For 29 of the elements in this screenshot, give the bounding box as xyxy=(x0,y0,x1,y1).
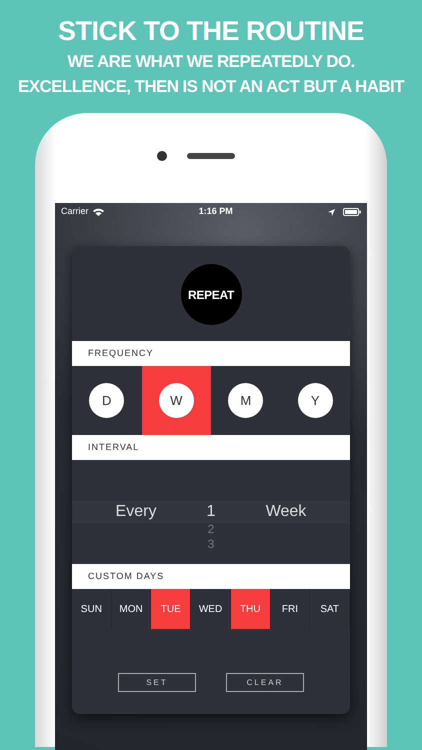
speaker-icon xyxy=(187,153,235,159)
picker-value: Week xyxy=(264,502,308,522)
frequency-option[interactable]: D xyxy=(89,383,124,418)
day-toggle[interactable]: FRI xyxy=(270,589,310,629)
frequency-option[interactable]: W xyxy=(158,383,194,418)
section-header: CUSTOM DAYS xyxy=(72,564,350,589)
outline-button[interactable]: CLEAR xyxy=(226,673,304,692)
outline-button[interactable]: SET xyxy=(118,673,196,692)
wifi-icon xyxy=(92,208,104,216)
frequency-option[interactable]: Y xyxy=(298,383,333,418)
camera-icon xyxy=(157,151,167,161)
picker-value[interactable]: 1 xyxy=(206,502,216,522)
section-header: FREQUENCY xyxy=(72,341,350,366)
carrier-label: Carrier xyxy=(61,205,89,218)
tagline: EXCELLENCE, THEN IS NOT AN ACT BUT A HABIT xyxy=(17,78,406,95)
repeat-badge: REPEAT xyxy=(180,264,242,325)
day-toggle[interactable]: TUE xyxy=(151,589,192,629)
section-header: INTERVAL xyxy=(72,435,350,460)
clock: 1:16 PM xyxy=(198,205,233,218)
day-toggle[interactable]: THU xyxy=(230,589,271,629)
tagline: WE ARE WHAT WE REPEATEDLY DO. xyxy=(66,53,356,70)
interval-picker[interactable]: Every 1 2 3 Week xyxy=(72,460,350,564)
headline: STICK TO THE ROUTINE xyxy=(56,18,365,45)
picker-value: Every xyxy=(114,502,158,522)
frequency-option[interactable]: M xyxy=(228,383,264,418)
day-toggle[interactable]: SAT xyxy=(310,589,350,629)
battery-icon xyxy=(343,208,361,216)
day-toggle[interactable]: SUN xyxy=(72,589,112,629)
location-icon xyxy=(328,208,335,216)
